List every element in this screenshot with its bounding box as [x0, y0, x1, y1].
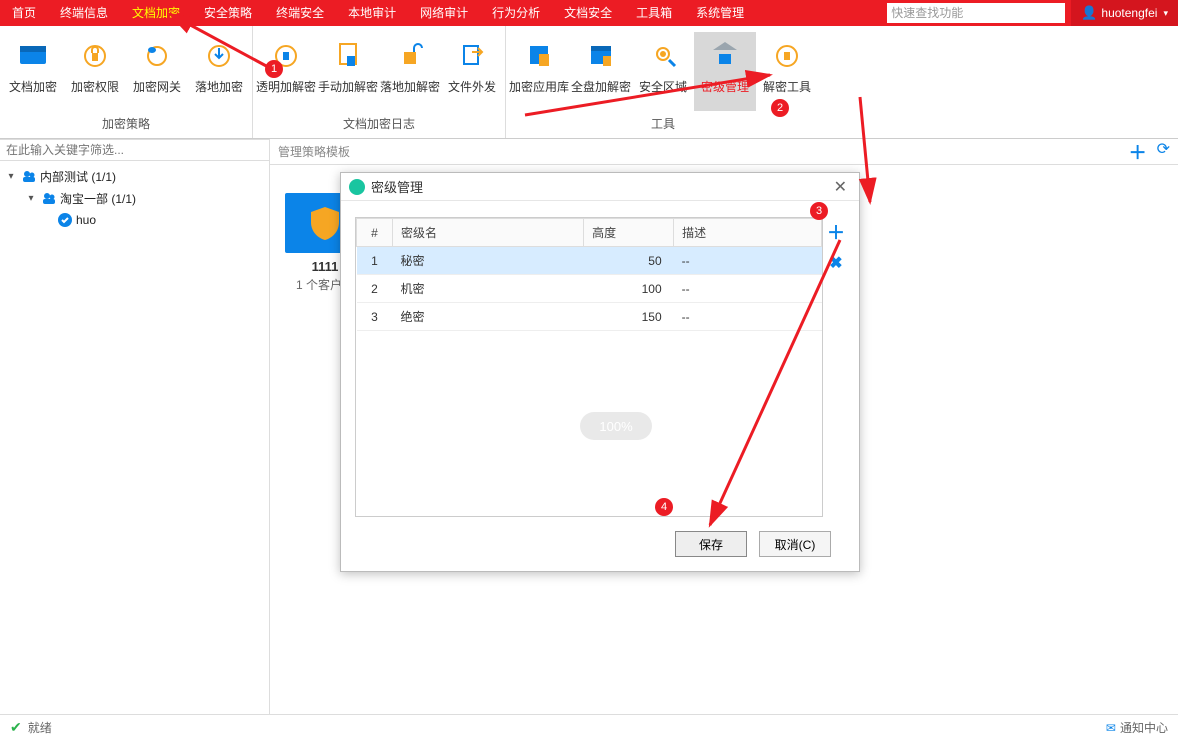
ribbon-group-label-2: 工具 [506, 111, 820, 138]
nav-network-audit[interactable]: 网络审计 [408, 0, 480, 26]
nav-terminal-security[interactable]: 终端安全 [264, 0, 336, 26]
chevron-down-icon: ▾ [1163, 8, 1168, 19]
tree-row-dept[interactable]: ▾ 淘宝一部 (1/1) [0, 187, 269, 209]
rb-level-manage[interactable]: 密级管理 [694, 32, 756, 111]
status-bar: ✔ 就绪 ✉ 通知中心 [0, 714, 1178, 740]
caret-down-icon: ▾ [4, 171, 18, 182]
users-icon [41, 190, 57, 206]
tree-label: 内部测试 (1/1) [40, 168, 116, 185]
search-input[interactable] [887, 3, 1065, 23]
nav-system[interactable]: 系统管理 [684, 0, 756, 26]
ribbon: 文档加密 加密权限 加密网关 落地加密 加密策略 透明加解密 手动加解密 落地加… [0, 26, 1178, 139]
nav-security-policy[interactable]: 安全策略 [192, 0, 264, 26]
tree-label: huo [76, 213, 96, 227]
tree: ▾ 内部测试 (1/1) ▾ 淘宝一部 (1/1) huo [0, 161, 269, 235]
refresh-icon[interactable]: ⟳ [1157, 139, 1170, 165]
nav-behavior[interactable]: 行为分析 [480, 0, 552, 26]
delete-row-icon[interactable]: ✖ [829, 253, 842, 273]
rb-transparent[interactable]: 透明加解密 [255, 32, 317, 111]
nav-doc-encrypt[interactable]: 文档加密 [120, 0, 192, 26]
ribbon-group-log: 透明加解密 手动加解密 落地加解密 文件外发 文档加密日志 [253, 26, 506, 138]
nav-toolbox[interactable]: 工具箱 [624, 0, 684, 26]
mail-icon: ✉ [1106, 721, 1116, 735]
tree-row-user[interactable]: huo [0, 209, 269, 231]
rb-app-lib[interactable]: 加密应用库 [508, 32, 570, 111]
dialog-title: 密级管理 [371, 177, 830, 196]
tree-row-root[interactable]: ▾ 内部测试 (1/1) [0, 165, 269, 187]
caret-down-icon: ▾ [24, 193, 38, 204]
col-index[interactable]: # [357, 219, 393, 247]
level-manage-dialog: 密级管理 ✕ # 密级名 高度 描述 1 秘密 50 -- [340, 172, 860, 572]
col-desc[interactable]: 描述 [674, 219, 822, 247]
dialog-titlebar: 密级管理 ✕ [341, 173, 859, 201]
ribbon-group-label-1: 文档加密日志 [253, 111, 505, 138]
rb-encrypt-perm[interactable]: 加密权限 [64, 32, 126, 111]
rb-file-out[interactable]: 文件外发 [441, 32, 503, 111]
col-name[interactable]: 密级名 [393, 219, 584, 247]
ribbon-group-encrypt-policy: 文档加密 加密权限 加密网关 落地加密 加密策略 [0, 26, 253, 138]
user-menu[interactable]: 👤 huotengfei ▾ [1071, 0, 1178, 26]
status-text: 就绪 [28, 719, 52, 736]
tree-filter-input[interactable] [0, 139, 269, 161]
cancel-button[interactable]: 取消(C) [759, 531, 831, 557]
rb-manual[interactable]: 手动加解密 [317, 32, 379, 111]
content-header: 管理策略模板 ＋ ⟳ [270, 139, 1178, 165]
user-name: huotengfei [1101, 6, 1157, 20]
progress-indicator: 100% [580, 412, 652, 440]
rb-decrypt-tool[interactable]: 解密工具 [756, 32, 818, 111]
rb-full-disk[interactable]: 全盘加解密 [570, 32, 632, 111]
close-icon[interactable]: ✕ [830, 177, 851, 197]
rb-land-dec[interactable]: 落地加解密 [379, 32, 441, 111]
content-title: 管理策略模板 [278, 143, 350, 160]
globe-icon [349, 179, 365, 195]
nav-terminal-info[interactable]: 终端信息 [48, 0, 120, 26]
nav-home[interactable]: 首页 [0, 0, 48, 26]
users-icon [21, 168, 37, 184]
ribbon-group-label-0: 加密策略 [0, 111, 252, 138]
sidebar: ▾ 内部测试 (1/1) ▾ 淘宝一部 (1/1) huo [0, 139, 270, 714]
table-row[interactable]: 1 秘密 50 -- [357, 247, 822, 275]
nav-local-audit[interactable]: 本地审计 [336, 0, 408, 26]
save-button[interactable]: 保存 [675, 531, 747, 557]
rb-secure-zone[interactable]: 安全区域 [632, 32, 694, 111]
check-circle-icon [57, 212, 73, 228]
rb-encrypt-gateway[interactable]: 加密网关 [126, 32, 188, 111]
add-row-icon[interactable]: ＋ [827, 219, 845, 245]
user-icon: 👤 [1081, 5, 1097, 21]
table-row[interactable]: 3 绝密 150 -- [357, 303, 822, 331]
tree-label: 淘宝一部 (1/1) [60, 190, 136, 207]
top-nav: 首页 终端信息 文档加密 安全策略 终端安全 本地审计 网络审计 行为分析 文档… [0, 0, 1178, 26]
level-table: # 密级名 高度 描述 1 秘密 50 -- 2 机密 100 [355, 217, 823, 517]
notify-center[interactable]: 通知中心 [1120, 719, 1168, 736]
check-icon: ✔ [10, 719, 22, 736]
add-icon[interactable]: ＋ [1129, 139, 1147, 165]
rb-land-encrypt[interactable]: 落地加密 [188, 32, 250, 111]
nav-doc-security[interactable]: 文档安全 [552, 0, 624, 26]
rb-doc-encrypt[interactable]: 文档加密 [2, 32, 64, 111]
table-row[interactable]: 2 机密 100 -- [357, 275, 822, 303]
col-height[interactable]: 高度 [584, 219, 674, 247]
ribbon-group-tools: 加密应用库 全盘加解密 安全区域 密级管理 解密工具 工具 [506, 26, 820, 138]
